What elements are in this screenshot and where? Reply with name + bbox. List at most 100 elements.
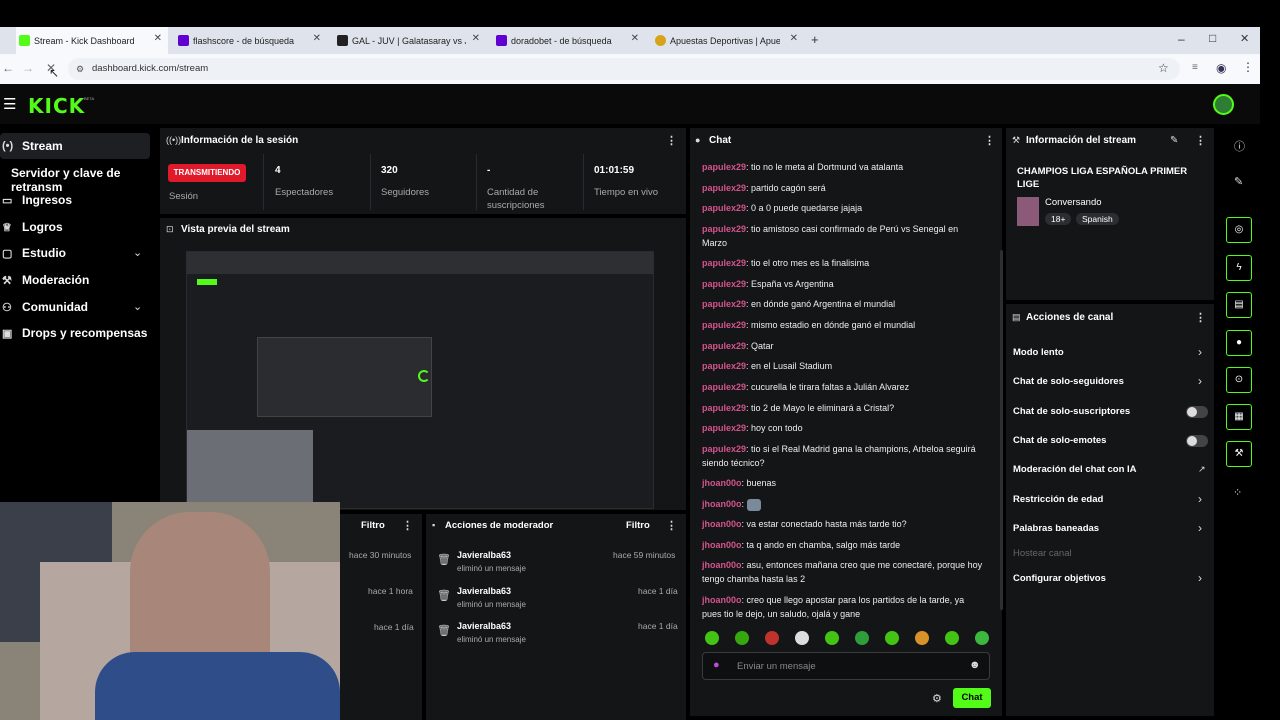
sidebar-item-logros[interactable]: ♕ Logros xyxy=(0,220,63,234)
url-field[interactable]: ⚙ dashboard.kick.com/stream xyxy=(68,58,1180,80)
menu-icon[interactable]: ⋮ xyxy=(666,519,677,532)
chat-username[interactable]: papulex29 xyxy=(702,423,746,433)
chevron-right-icon[interactable]: › xyxy=(1198,571,1202,585)
more-widgets-icon[interactable]: ⁘ xyxy=(1233,486,1242,499)
session-menu-icon[interactable]: ⋮ xyxy=(666,134,677,147)
chat-username[interactable]: papulex29 xyxy=(702,162,746,172)
forward-icon[interactable]: → xyxy=(22,61,34,75)
chat-username[interactable]: papulex29 xyxy=(702,258,746,268)
chat-username[interactable]: papulex29 xyxy=(702,203,746,213)
emote-icon[interactable] xyxy=(795,631,809,645)
external-link-icon[interactable]: ↗ xyxy=(1198,464,1206,475)
chat-username[interactable]: papulex29 xyxy=(702,341,746,351)
chevron-right-icon[interactable]: › xyxy=(1198,492,1202,506)
chat-scrollbar[interactable] xyxy=(1000,250,1003,610)
chat-username[interactable]: jhoan00o xyxy=(702,519,742,529)
filter-button[interactable]: Filtro xyxy=(626,520,650,531)
chat-username[interactable]: papulex29 xyxy=(702,224,746,234)
bookmark-star-icon[interactable]: ☆ xyxy=(1158,61,1169,75)
close-tab-icon[interactable]: ✕ xyxy=(313,33,321,44)
stream-info-menu-icon[interactable]: ⋮ xyxy=(1195,134,1206,147)
chevron-right-icon[interactable]: › xyxy=(1198,374,1202,388)
chevron-right-icon[interactable]: › xyxy=(1198,345,1202,359)
chat-username[interactable]: papulex29 xyxy=(702,444,746,454)
rail-bolt-button[interactable]: ϟ xyxy=(1226,255,1252,281)
age-restriction-row[interactable]: Restricción de edad xyxy=(1013,494,1103,505)
followers-only-row[interactable]: Chat de solo-seguidores xyxy=(1013,376,1124,387)
emote-icon[interactable] xyxy=(885,631,899,645)
chat-menu-icon[interactable]: ⋮ xyxy=(984,134,995,147)
chat-username[interactable]: papulex29 xyxy=(702,403,746,413)
emote-icon[interactable] xyxy=(945,631,959,645)
emote-icon[interactable] xyxy=(735,631,749,645)
channel-actions-menu-icon[interactable]: ⋮ xyxy=(1195,311,1206,324)
tab-doradobet[interactable]: doradobet - de búsqueda ✕ xyxy=(493,27,645,54)
rail-broadcast-button[interactable]: ⊙ xyxy=(1226,367,1252,393)
edit-pencil-icon[interactable]: ✎ xyxy=(1170,135,1178,146)
chat-username[interactable]: jhoan00o xyxy=(702,560,742,570)
chat-username[interactable]: papulex29 xyxy=(702,320,746,330)
subscribers-only-toggle[interactable] xyxy=(1186,406,1208,418)
chat-settings-gear-icon[interactable]: ⚙ xyxy=(932,692,942,705)
edit-pencil-icon[interactable]: ✎ xyxy=(1234,175,1243,188)
sidebar-item-ingresos[interactable]: ▭ Ingresos xyxy=(0,193,72,207)
chat-username[interactable]: jhoan00o xyxy=(702,499,742,509)
close-tab-icon[interactable]: ✕ xyxy=(790,33,798,44)
rail-list-button[interactable]: ▤ xyxy=(1226,292,1252,318)
sidebar-item-comunidad[interactable]: ⚇ Comunidad xyxy=(0,300,88,314)
sidebar-item-drops[interactable]: ▣ Drops y recompensas xyxy=(0,326,147,340)
chat-message-input[interactable]: ● Enviar un mensaje ☻ xyxy=(702,652,990,680)
menu-icon[interactable]: ⋮ xyxy=(402,519,413,532)
emote-icon[interactable] xyxy=(825,631,839,645)
profile-icon[interactable]: ◉ xyxy=(1216,61,1226,75)
extensions-icon[interactable]: ≡ xyxy=(1192,62,1198,73)
back-icon[interactable]: ← xyxy=(2,61,14,75)
tab-kick-dashboard[interactable]: Stream - Kick Dashboard ✕ xyxy=(16,27,168,54)
chat-username[interactable]: papulex29 xyxy=(702,299,746,309)
tab-apuestas[interactable]: Apuestas Deportivas | Apuesta ✕ xyxy=(652,27,804,54)
tab-galatasaray[interactable]: GAL - JUV | Galatasaray vs Juve ✕ xyxy=(334,27,486,54)
rail-wrench-button[interactable]: ⚒ xyxy=(1226,441,1252,467)
user-avatar[interactable] xyxy=(1213,94,1234,115)
emotes-only-row[interactable]: Chat de solo-emotes xyxy=(1013,435,1106,446)
chevron-down-icon[interactable]: ⌄ xyxy=(133,246,142,259)
emote-icon[interactable] xyxy=(855,631,869,645)
new-tab-button[interactable]: + xyxy=(811,32,819,47)
chat-username[interactable]: jhoan00o xyxy=(702,540,742,550)
hamburger-menu-icon[interactable]: ☰ xyxy=(3,95,16,113)
rail-camera-button[interactable]: ◎ xyxy=(1226,217,1252,243)
banned-words-row[interactable]: Palabras baneadas xyxy=(1013,523,1099,534)
emote-icon[interactable] xyxy=(915,631,929,645)
chevron-right-icon[interactable]: › xyxy=(1198,521,1202,535)
chat-username[interactable]: papulex29 xyxy=(702,361,746,371)
send-chat-button[interactable]: Chat xyxy=(953,688,991,708)
rail-chat-button[interactable]: ● xyxy=(1226,330,1252,356)
rail-layout-button[interactable]: ▦ xyxy=(1226,404,1252,430)
site-info-icon[interactable]: ⚙ xyxy=(76,58,84,80)
close-tab-icon[interactable]: ✕ xyxy=(631,33,639,44)
kick-logo[interactable]: KICK xyxy=(28,94,85,118)
sidebar-item-server-key[interactable]: Servidor y clave de retransm xyxy=(11,166,160,194)
browser-menu-icon[interactable]: ⋮ xyxy=(1242,60,1254,74)
tab-flashscore[interactable]: flashscore - de búsqueda ✕ xyxy=(175,27,327,54)
close-tab-icon[interactable]: ✕ xyxy=(154,33,162,44)
close-tab-icon[interactable]: ✕ xyxy=(472,33,480,44)
sidebar-item-moderacion[interactable]: ⚒ Moderación xyxy=(0,273,89,287)
slow-mode-row[interactable]: Modo lento xyxy=(1013,347,1064,358)
chevron-down-icon[interactable]: ⌄ xyxy=(133,300,142,313)
chat-username[interactable]: jhoan00o xyxy=(702,478,742,488)
emoji-picker-icon[interactable]: ☻ xyxy=(969,659,981,671)
close-window-button[interactable]: ✕ xyxy=(1240,32,1249,45)
chat-username[interactable]: papulex29 xyxy=(702,279,746,289)
configure-goals-row[interactable]: Configurar objetivos xyxy=(1013,573,1106,584)
sidebar-item-stream[interactable]: (•) Stream xyxy=(0,139,63,153)
minimize-button[interactable]: – xyxy=(1178,32,1185,46)
chat-username[interactable]: papulex29 xyxy=(702,382,746,392)
chat-username[interactable]: jhoan00o xyxy=(702,595,742,605)
filter-button[interactable]: Filtro xyxy=(361,520,385,531)
info-icon[interactable]: ⓘ xyxy=(1234,138,1245,154)
ai-moderation-row[interactable]: Moderación del chat con IA xyxy=(1013,464,1137,475)
chat-username[interactable]: papulex29 xyxy=(702,183,746,193)
emotes-only-toggle[interactable] xyxy=(1186,435,1208,447)
emote-icon[interactable] xyxy=(705,631,719,645)
